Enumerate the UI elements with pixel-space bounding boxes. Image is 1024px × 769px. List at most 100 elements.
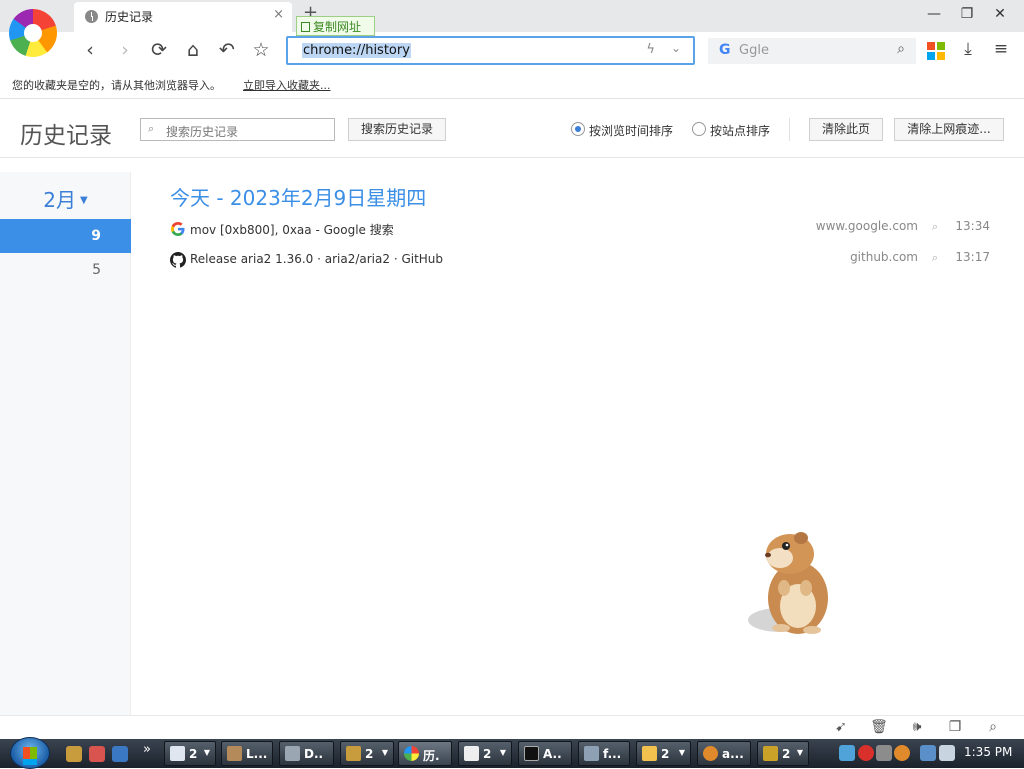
- close-window-button[interactable]: ✕: [990, 6, 1010, 22]
- window-icon: [170, 746, 185, 761]
- network-icon[interactable]: [920, 745, 936, 761]
- taskbar-group[interactable]: 2 ▼: [757, 741, 809, 766]
- clear-traces-button[interactable]: 清除上网痕迹...: [894, 118, 1004, 141]
- forward-arrow-icon[interactable]: ›: [114, 39, 136, 61]
- taskbar-label: 2: [189, 747, 198, 761]
- taskbar-clock[interactable]: 1:35 PM: [964, 745, 1012, 759]
- taskbar-group[interactable]: 2 ▼: [636, 741, 691, 766]
- taskbar-task[interactable]: D..: [279, 741, 334, 766]
- hamster-mascot-icon[interactable]: [746, 530, 836, 638]
- tab-history[interactable]: 历史记录 ×: [74, 2, 292, 32]
- taskbar-group[interactable]: 2 ▼: [458, 741, 512, 766]
- sidebar-day-item[interactable]: 9: [0, 219, 131, 253]
- search-icon[interactable]: ⌕: [932, 251, 938, 265]
- star-icon[interactable]: ☆: [250, 39, 272, 61]
- tray-app-icon[interactable]: [876, 745, 892, 761]
- history-header: 历史记录 ⌕ 搜索历史记录 搜索历史记录 按浏览时间排序 按站点排序 清除此页 …: [0, 100, 1024, 158]
- taskbar-task[interactable]: a...: [697, 741, 751, 766]
- show-desktop-icon[interactable]: [112, 746, 128, 762]
- month-selector[interactable]: 2月 ▼: [0, 184, 131, 213]
- menu-icon[interactable]: ≡: [990, 39, 1012, 59]
- copy-icon: [301, 22, 310, 32]
- history-entry[interactable]: Release aria2 1.36.0 · aria2/aria2 · Git…: [170, 247, 1000, 273]
- clear-page-button[interactable]: 清除此页: [809, 118, 883, 141]
- sort-by-site-radio[interactable]: [692, 122, 706, 136]
- restore-button[interactable]: ❐: [957, 6, 977, 22]
- apps-grid-icon[interactable]: [927, 42, 945, 60]
- address-input[interactable]: chrome://history: [302, 43, 411, 58]
- sort-by-time-label[interactable]: 按浏览时间排序: [589, 122, 673, 139]
- caret-down-icon[interactable]: ▼: [204, 748, 210, 757]
- window-icon[interactable]: ❐: [946, 719, 964, 735]
- browser-icon: [404, 746, 419, 761]
- search-icon[interactable]: ⌕: [932, 220, 938, 234]
- tab-title: 历史记录: [105, 10, 154, 24]
- copy-url-label: 复制网址: [313, 20, 362, 34]
- google-icon: [171, 222, 185, 236]
- sidebar-day-item[interactable]: 5: [0, 253, 131, 287]
- taskbar-group[interactable]: 2 ▼: [340, 741, 394, 766]
- search-engine-placeholder[interactable]: Ggle: [739, 43, 769, 58]
- caret-down-icon[interactable]: ▼: [797, 748, 803, 757]
- browser-logo-icon[interactable]: [9, 9, 57, 57]
- reload-icon[interactable]: ⟳: [148, 39, 170, 61]
- history-search-placeholder: 搜索历史记录: [166, 125, 239, 139]
- home-icon[interactable]: ⌂: [182, 39, 204, 61]
- caret-down-icon[interactable]: ▼: [382, 748, 388, 757]
- search-history-button[interactable]: 搜索历史记录: [348, 118, 446, 141]
- volume-icon[interactable]: [939, 745, 955, 761]
- taskbar-task[interactable]: A..: [518, 741, 572, 766]
- tray-app-icon[interactable]: [839, 745, 855, 761]
- taskbar-task[interactable]: L...: [221, 741, 273, 766]
- quicklaunch-app-icon[interactable]: [66, 746, 82, 762]
- import-bookmarks-link[interactable]: 立即导入收藏夹...: [243, 77, 331, 93]
- chevron-down-icon[interactable]: ⌄: [671, 41, 681, 55]
- date-heading: 今天 - 2023年2月9日星期四: [170, 186, 427, 210]
- clock-icon: [85, 10, 98, 23]
- lightning-icon[interactable]: ϟ: [646, 42, 655, 57]
- caret-down-icon[interactable]: ▼: [500, 748, 506, 757]
- minimize-button[interactable]: —: [924, 6, 944, 22]
- back-arrow-icon[interactable]: ‹: [79, 39, 101, 61]
- caret-down-icon: ▼: [80, 195, 88, 206]
- history-search-input[interactable]: ⌕ 搜索历史记录: [140, 118, 335, 141]
- start-button[interactable]: [10, 737, 50, 769]
- tab-close-icon[interactable]: ×: [273, 7, 284, 22]
- search-icon: ⌕: [148, 122, 155, 135]
- history-entry[interactable]: mov [0xb800], 0xaa - Google 搜索 www.googl…: [170, 216, 1000, 242]
- history-entry-time: 13:34: [955, 219, 990, 233]
- browser-titlebar: 历史记录 × + — ❐ ✕: [0, 0, 1024, 32]
- taskbar-label: A..: [543, 747, 562, 761]
- tray-search-icon[interactable]: [894, 745, 910, 761]
- zoom-icon[interactable]: ⌕: [984, 719, 1002, 735]
- app-icon: [285, 746, 300, 761]
- rocket-icon[interactable]: ➹: [832, 719, 850, 735]
- address-bar[interactable]: chrome://history ϟ ⌄: [286, 36, 695, 65]
- download-icon[interactable]: ⤓: [957, 39, 979, 59]
- taskbar-group[interactable]: 2 ▼: [164, 741, 216, 766]
- history-entry-title[interactable]: Release aria2 1.36.0 · aria2/aria2 · Git…: [190, 252, 443, 266]
- history-entry-domain[interactable]: github.com: [850, 250, 918, 264]
- app-icon: [584, 746, 599, 761]
- bookmark-bar: 您的收藏夹是空的，请从其他浏览器导入。 立即导入收藏夹...: [0, 70, 1024, 99]
- trash-icon[interactable]: 🗑: [870, 719, 888, 735]
- search-icon[interactable]: ⌕: [897, 41, 905, 57]
- taskbar-task-browser[interactable]: 历.: [398, 741, 452, 766]
- history-entry-title[interactable]: mov [0xb800], 0xaa - Google 搜索: [190, 221, 394, 238]
- undo-close-icon[interactable]: ↶: [216, 39, 238, 61]
- caret-down-icon[interactable]: ▼: [679, 748, 685, 757]
- month-label: 2月: [43, 188, 77, 212]
- history-entry-domain[interactable]: www.google.com: [816, 219, 918, 233]
- quicklaunch-app-icon[interactable]: [89, 746, 105, 762]
- speaker-icon[interactable]: 🕪: [908, 719, 926, 735]
- search-engine-box[interactable]: G Ggle ⌕: [708, 38, 916, 64]
- sort-by-site-label[interactable]: 按站点排序: [710, 122, 770, 139]
- taskbar-label: f...: [603, 747, 622, 761]
- sort-by-time-radio[interactable]: [571, 122, 585, 136]
- google-icon: G: [719, 42, 731, 58]
- divider: [789, 118, 790, 141]
- copy-url-tooltip[interactable]: 复制网址: [296, 16, 375, 36]
- taskbar-task[interactable]: f...: [578, 741, 630, 766]
- tray-error-icon[interactable]: [858, 745, 874, 761]
- chevron-right-icon[interactable]: »: [143, 742, 151, 757]
